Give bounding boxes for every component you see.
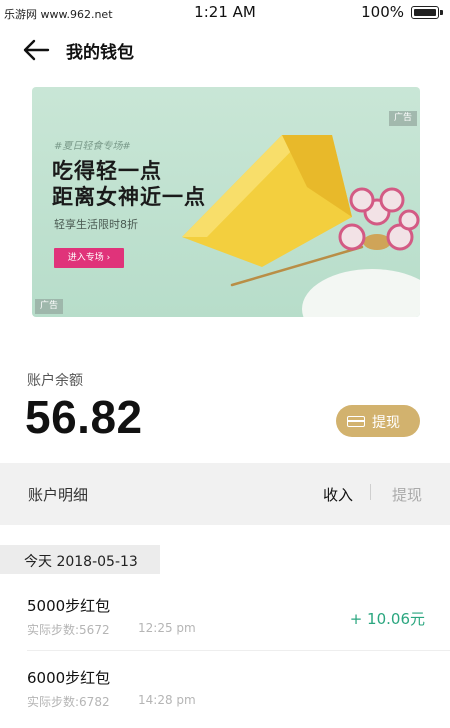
record-amount: + 10.06元 <box>349 610 425 628</box>
radish-slice <box>398 209 420 231</box>
record-time: 14:28 pm <box>138 693 196 707</box>
page-title: 我的钱包 <box>66 43 134 63</box>
divider <box>27 650 450 651</box>
promo-banner[interactable]: #夏日轻食专场# 吃得轻一点 距离女神近一点 轻享生活限时8折 进入专场 › 广… <box>32 87 420 317</box>
tab-divider <box>370 484 371 500</box>
record-time: 12:25 pm <box>138 621 196 635</box>
banner-tag: #夏日轻食专场# <box>54 141 131 152</box>
status-bar: 乐游网 www.962.net 1:21 AM 100% <box>0 0 450 26</box>
plate-shape <box>302 269 420 317</box>
nav-bar: 我的钱包 <box>0 28 450 72</box>
record-title: 6000步红包 <box>27 669 111 687</box>
banner-subtitle: 轻享生活限时8折 <box>54 218 138 231</box>
radish-slice <box>349 187 375 213</box>
ad-badge: 广告 <box>388 111 417 126</box>
balance-value: 56.82 <box>25 391 143 443</box>
record-title: 5000步红包 <box>27 597 111 615</box>
radish-slice <box>379 187 405 213</box>
balance-label: 账户余额 <box>27 373 83 389</box>
banner-cta-button[interactable]: 进入专场 › <box>54 248 124 268</box>
date-label: 今天 2018-05-13 <box>24 554 138 570</box>
account-details-header: 账户明细 收入 提现 <box>0 463 450 525</box>
withdraw-button-label: 提现 <box>372 415 400 431</box>
list-item[interactable]: 6000步红包 实际步数:6782 14:28 pm <box>0 661 450 723</box>
banner-headline-2: 距离女神近一点 <box>52 185 206 209</box>
date-group-header: 今天 2018-05-13 <box>0 545 160 574</box>
ad-badge: 广告 <box>35 299 64 314</box>
withdraw-button[interactable]: 提现 <box>336 405 420 437</box>
tab-income[interactable]: 收入 <box>323 484 353 505</box>
record-steps: 实际步数:5672 <box>27 623 110 637</box>
battery-percent: 100% <box>361 3 404 21</box>
back-arrow-icon[interactable] <box>22 38 52 62</box>
radish-slice <box>338 223 366 251</box>
card-icon <box>347 416 365 427</box>
record-steps: 实际步数:6782 <box>27 695 110 709</box>
details-title: 账户明细 <box>28 486 89 504</box>
list-item[interactable]: 5000步红包 实际步数:5672 12:25 pm + 10.06元 <box>0 589 450 651</box>
tab-withdraw[interactable]: 提现 <box>392 484 422 505</box>
battery-icon <box>411 6 443 19</box>
